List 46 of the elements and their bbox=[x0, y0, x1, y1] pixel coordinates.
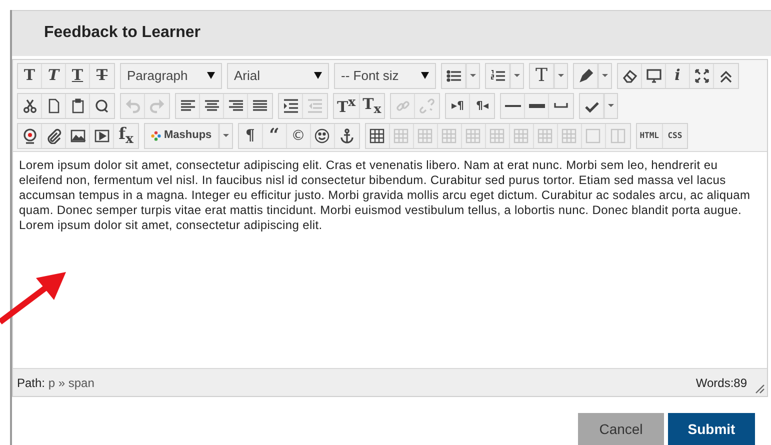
anchor-icon bbox=[338, 128, 355, 144]
space-icon bbox=[554, 103, 568, 108]
marker-icon bbox=[578, 68, 594, 84]
justify-icon bbox=[252, 98, 268, 114]
submit-button[interactable]: Submit bbox=[668, 413, 755, 445]
resize-handle[interactable] bbox=[755, 384, 765, 394]
search-icon bbox=[94, 98, 110, 114]
smiley-icon bbox=[314, 128, 330, 144]
align-right-icon bbox=[228, 98, 244, 114]
list-icon bbox=[446, 68, 462, 84]
film-icon bbox=[94, 128, 110, 144]
window-title: Feedback to Learner bbox=[44, 24, 200, 42]
clipboard-icon bbox=[70, 98, 86, 114]
grid-icon bbox=[441, 128, 458, 144]
outdent-icon bbox=[307, 98, 323, 114]
webcam-icon bbox=[22, 128, 38, 144]
grid-icon bbox=[417, 128, 434, 144]
monitor-icon bbox=[646, 68, 662, 84]
broken-chain-icon bbox=[419, 98, 436, 114]
superscript-button[interactable]: T$^{x}$ bbox=[334, 94, 360, 118]
undo-icon bbox=[124, 98, 140, 114]
square-icon bbox=[585, 128, 602, 144]
expand-icon bbox=[694, 68, 710, 84]
grid-icon bbox=[513, 128, 530, 144]
puzzle-icon bbox=[151, 130, 161, 141]
numbered-list-icon bbox=[490, 68, 506, 84]
cancel-button[interactable]: Cancel bbox=[578, 413, 664, 445]
eraser-icon bbox=[622, 68, 638, 84]
scissors-icon bbox=[22, 98, 38, 114]
image-icon bbox=[70, 128, 86, 144]
grid-icon bbox=[561, 128, 578, 144]
table-icon bbox=[369, 128, 386, 144]
paragraph: Lorem ipsum dolor sit amet, consectetur adipiscing elit. Cras et venenatis libero. Nam at erat nunc. Morbi sem leo, hendrerit eu eleifend non, fermentum vel nisl. In faucibus nisl id consectetur bibendum. Curabitur sed purus tortor. Etiam sed massa vel lacus accumsan tempus in a magna. Integer eu efficitur justo. Morbi gravida mollis arcu eget dictum. Curabitur ac sodales arcu, ac aliquam quam. Donec semper turpis vitae erat mattis tincidunt. Morbi euismod vestibulum tellus, a lobortis nunc. Donec blandit porta augue. Lorem ipsum dolor sit amet, consectetur adipiscing elit. bbox=[19, 158, 752, 233]
word-count: Words:89 bbox=[696, 376, 747, 390]
align-left-icon bbox=[180, 98, 196, 114]
grid-icon bbox=[537, 128, 554, 144]
grid-icon bbox=[489, 128, 506, 144]
element-path: Path: p » span bbox=[17, 376, 94, 390]
grid-icon bbox=[393, 128, 410, 144]
redo-icon bbox=[149, 98, 165, 114]
grid-icon bbox=[465, 128, 482, 144]
line-icon bbox=[504, 104, 521, 107]
indent-icon bbox=[282, 98, 298, 114]
split-square-icon bbox=[610, 128, 626, 144]
align-center-icon bbox=[204, 98, 220, 114]
paperclip-icon bbox=[46, 128, 62, 144]
